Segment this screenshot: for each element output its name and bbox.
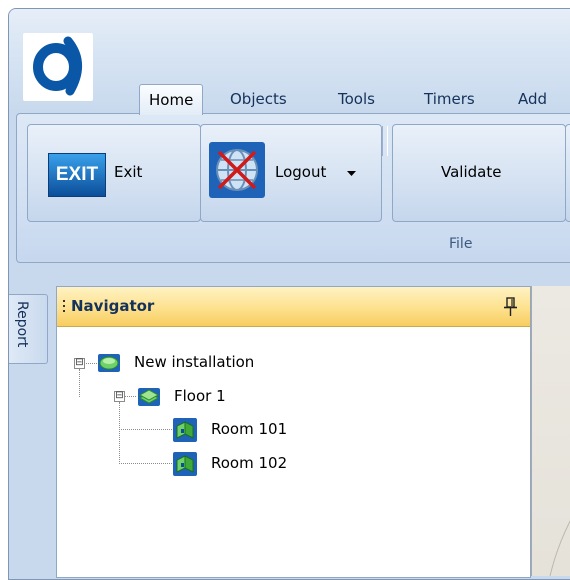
tree-connector — [84, 363, 97, 364]
logout-label: Logout — [275, 163, 327, 181]
floor-icon — [138, 388, 160, 406]
validate-label: Validate — [441, 163, 502, 181]
ribbon-separator — [382, 126, 388, 156]
tab-timers[interactable]: Timers — [415, 84, 484, 114]
canvas-drawing — [549, 520, 570, 577]
tab-tools[interactable]: Tools — [329, 84, 384, 114]
tab-home[interactable]: Home — [139, 84, 204, 115]
tree-node-label: Room 102 — [211, 454, 288, 472]
ribbon-next-button[interactable] — [565, 124, 570, 222]
tree-node-label: Room 101 — [211, 420, 288, 438]
collapse-icon[interactable]: ⊟ — [74, 358, 85, 369]
exit-label: Exit — [114, 163, 143, 181]
room-icon — [173, 418, 197, 442]
globe-disconnect-icon — [209, 142, 265, 198]
room-icon — [173, 452, 197, 476]
tree-connector — [119, 429, 174, 430]
navigator-header[interactable]: Navigator — [57, 287, 530, 327]
validate-button[interactable]: Validate — [392, 124, 566, 222]
app-window: Home Objects Tools Timers Add EXIT Exit … — [8, 8, 570, 580]
report-tab-label: Report — [14, 301, 30, 348]
collapse-icon[interactable]: ⊟ — [114, 391, 125, 402]
installation-icon — [98, 354, 120, 372]
file-group-label: File — [449, 236, 473, 252]
grip-icon[interactable] — [63, 300, 65, 314]
tree-node-label: New installation — [134, 353, 255, 371]
navigator-tree: ⊟ New installation ⊟ Floor 1 Room 101 Ro… — [57, 327, 530, 577]
navigator-title: Navigator — [71, 297, 155, 315]
ribbon-panel: EXIT Exit Logout Validate File — [16, 113, 570, 263]
tree-connector — [79, 369, 80, 397]
tab-objects[interactable]: Objects — [221, 84, 296, 114]
app-logo-icon[interactable] — [23, 33, 93, 101]
canvas-area[interactable] — [531, 286, 570, 577]
ribbon-group-label: File — [17, 228, 570, 260]
report-side-tab[interactable]: Report — [9, 294, 48, 364]
exit-button[interactable]: EXIT Exit — [27, 124, 201, 222]
exit-icon: EXIT — [48, 153, 106, 197]
tab-add[interactable]: Add — [509, 84, 556, 114]
logout-button[interactable]: Logout — [200, 124, 382, 222]
tree-connector — [119, 463, 174, 464]
navigator-panel: Navigator ⊟ New installation ⊟ Floor 1 R… — [56, 286, 531, 578]
pin-icon[interactable] — [504, 297, 518, 317]
dropdown-arrow-icon[interactable] — [347, 171, 356, 177]
tree-connector — [119, 402, 120, 464]
tree-node-label: Floor 1 — [174, 387, 226, 405]
tree-connector — [124, 396, 136, 397]
